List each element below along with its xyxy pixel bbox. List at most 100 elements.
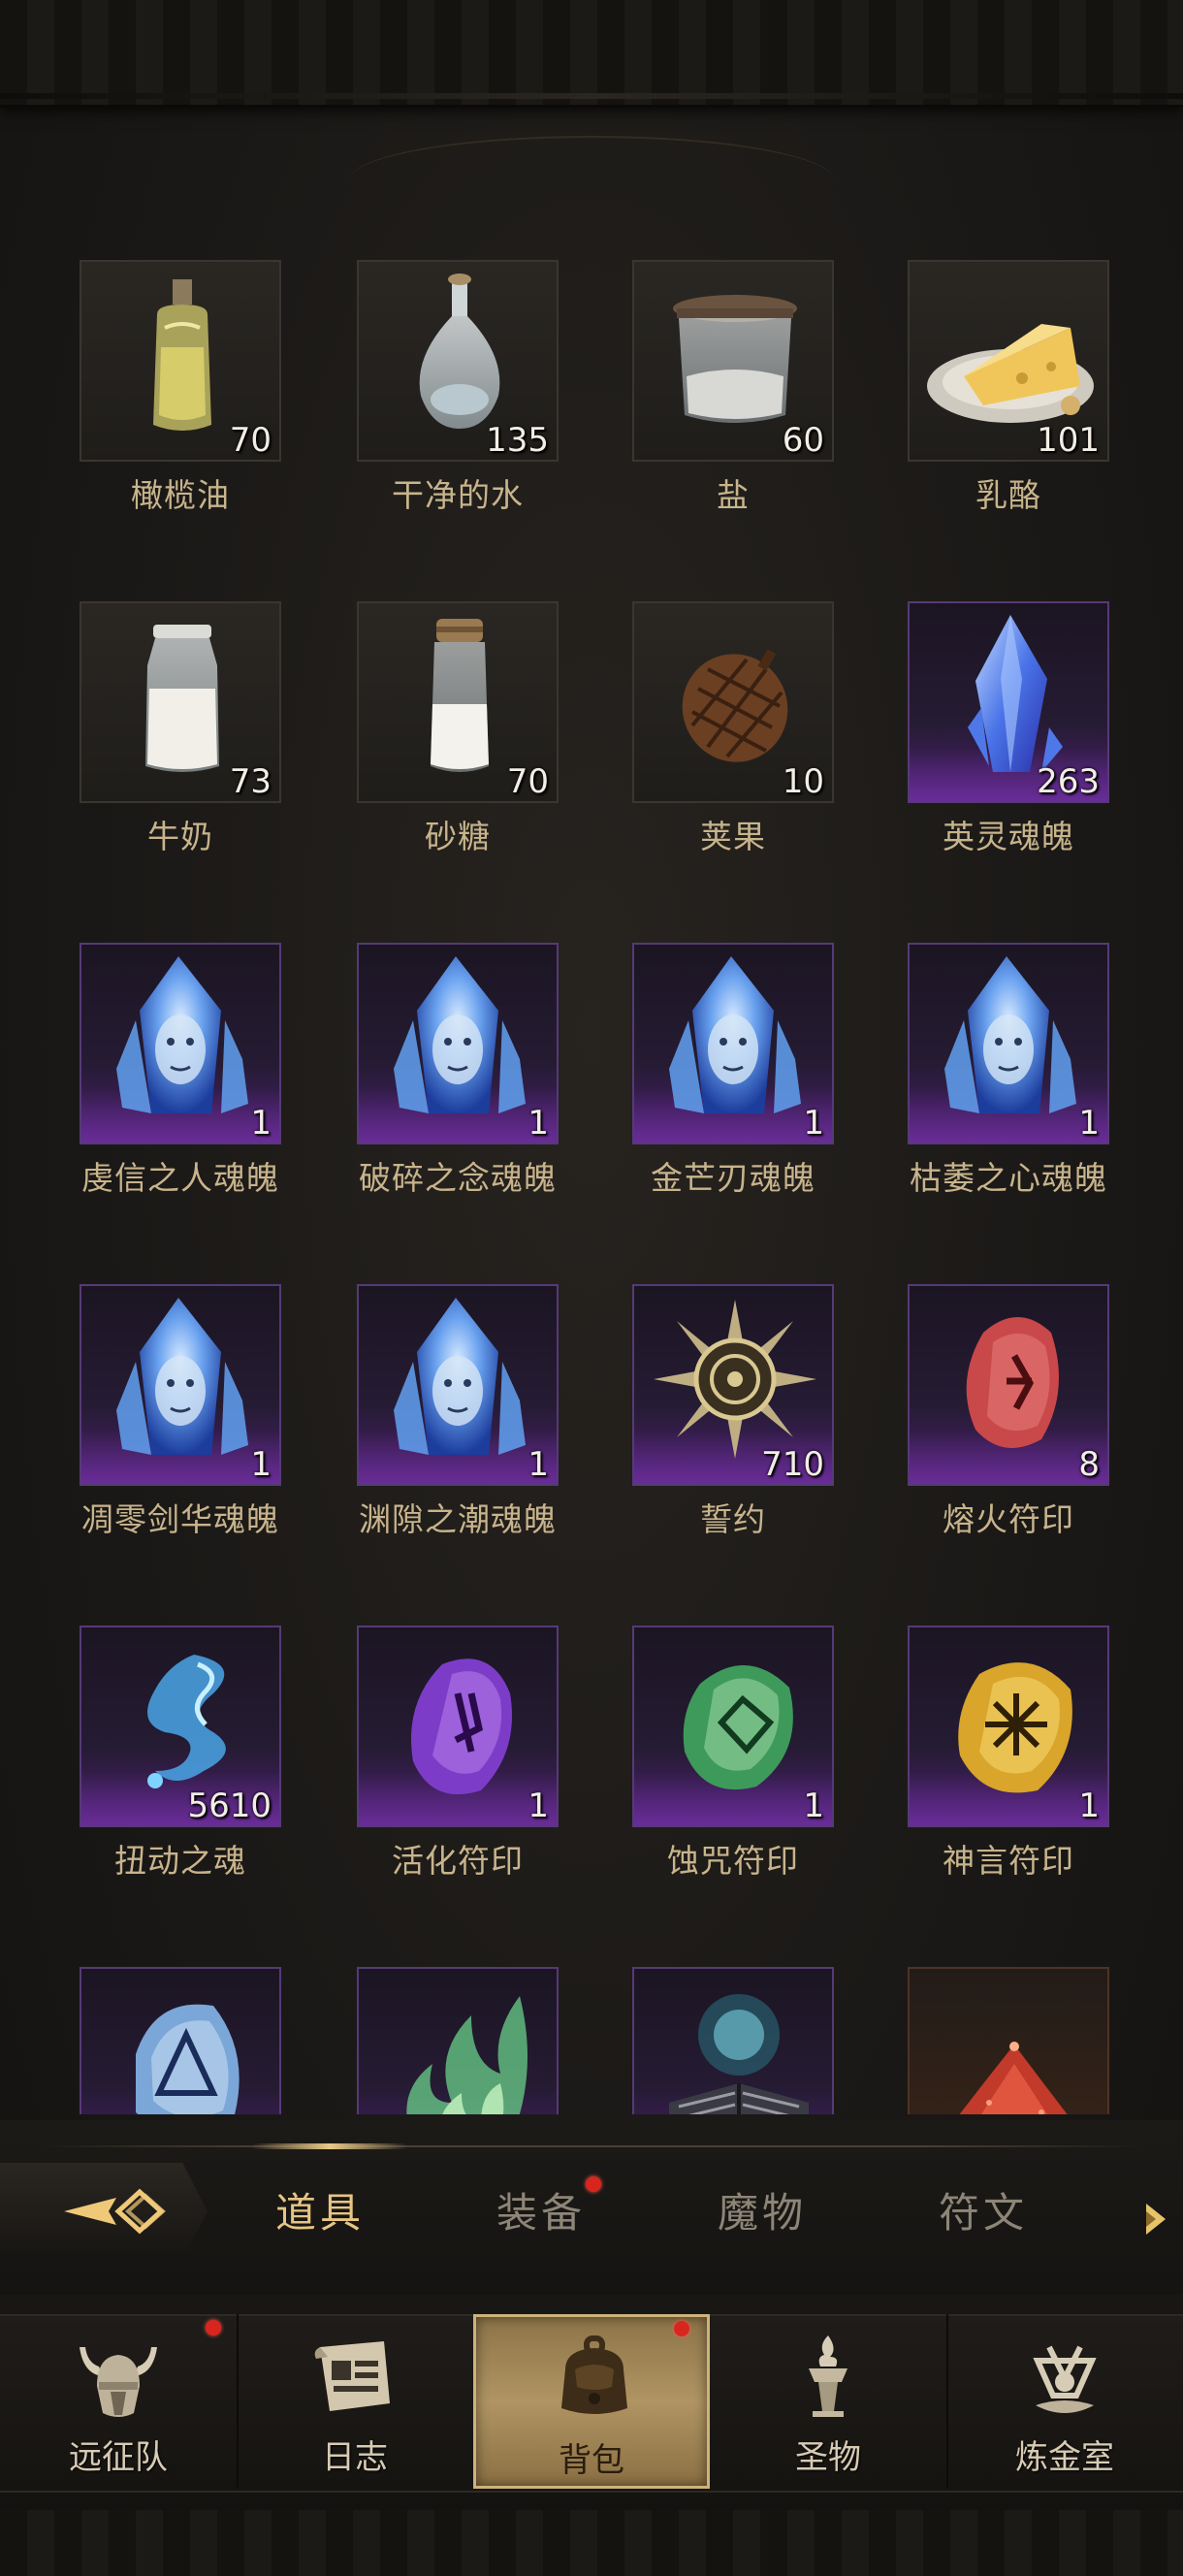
item-name: 盐 [717, 476, 750, 514]
item-count: 1 [1078, 1104, 1100, 1143]
item-slot[interactable]: 5610 [80, 1626, 281, 1827]
item-count: 710 [761, 1445, 824, 1484]
item-slot[interactable]: 1 [632, 1626, 834, 1827]
red-rune-stone-icon [966, 1317, 1059, 1448]
inventory-item[interactable]: 710 誓约 [632, 1284, 904, 1565]
nav-journal[interactable]: 日志 [237, 2314, 475, 2489]
item-slot[interactable]: 60 [632, 260, 834, 462]
inventory-item[interactable] [357, 1967, 628, 2114]
item-name: 熔火符印 [943, 1500, 1074, 1538]
nav-label: 日志 [322, 2438, 388, 2477]
item-count: 10 [782, 762, 824, 801]
item-slot[interactable]: 135 [357, 260, 559, 462]
item-name: 虔信之人魂魄 [81, 1159, 279, 1197]
inventory-item[interactable]: 101 乳酪 [908, 260, 1179, 541]
item-slot[interactable]: 73 [80, 601, 281, 803]
item-count: 101 [1037, 421, 1100, 460]
tab-runes[interactable]: 符文 [896, 2180, 1071, 2248]
item-name: 神言符印 [943, 1842, 1074, 1880]
sugar-jar-icon [431, 619, 489, 772]
item-slot[interactable]: 263 [908, 601, 1109, 803]
item-slot[interactable]: 70 [80, 260, 281, 462]
inventory-item[interactable]: 8 熔火符印 [908, 1284, 1179, 1565]
item-slot[interactable]: 710 [632, 1284, 834, 1486]
item-slot[interactable] [632, 1967, 834, 2114]
inventory-item[interactable]: 1 破碎之念魂魄 [357, 943, 628, 1224]
green-rune-stone-icon [683, 1664, 793, 1790]
inventory-item[interactable]: 1 活化符印 [357, 1626, 628, 1907]
item-count: 1 [803, 1104, 824, 1143]
inventory-item[interactable] [908, 1967, 1179, 2114]
item-slot[interactable]: 1 [357, 1626, 559, 1827]
inventory-item[interactable]: 1 虔信之人魂魄 [80, 943, 351, 1224]
item-slot[interactable]: 1 [908, 943, 1109, 1144]
item-slot[interactable]: 1 [357, 943, 559, 1144]
nav-expedition[interactable]: 远征队 [0, 2314, 239, 2489]
item-name: 金芒刃魂魄 [651, 1159, 815, 1197]
inventory-item[interactable]: 1 凋零剑华魂魄 [80, 1284, 351, 1565]
nav-backpack[interactable]: 背包 [473, 2314, 710, 2489]
item-slot[interactable]: 101 [908, 260, 1109, 462]
item-name: 枯萎之心魂魄 [910, 1159, 1107, 1197]
pod-icon [682, 649, 788, 762]
tab-divider [39, 2145, 1144, 2147]
item-slot[interactable]: 1 [908, 1626, 1109, 1827]
item-name: 荚果 [700, 818, 766, 855]
item-slot[interactable] [908, 1967, 1109, 2114]
item-slot[interactable]: 1 [632, 943, 834, 1144]
equipment-badge [586, 2176, 601, 2192]
soul-crystal-face-icon [116, 1298, 248, 1455]
item-count: 73 [229, 762, 272, 801]
item-name: 渊隙之潮魂魄 [359, 1500, 557, 1538]
item-name: 牛奶 [147, 818, 213, 855]
back-arrow-icon [64, 2188, 167, 2235]
inventory-item[interactable]: 1 蚀咒符印 [632, 1626, 904, 1907]
tab-items[interactable]: 道具 [233, 2180, 407, 2248]
back-button[interactable] [0, 2163, 208, 2260]
inventory-item[interactable]: 70 砂糖 [357, 601, 628, 883]
item-count: 60 [782, 421, 824, 460]
inventory-item[interactable]: 70 橄榄油 [80, 260, 351, 541]
item-slot[interactable]: 8 [908, 1284, 1109, 1486]
soul-crystal-face-icon [394, 956, 526, 1113]
inventory-item[interactable]: 1 枯萎之心魂魄 [908, 943, 1179, 1224]
inventory-item[interactable]: 60 盐 [632, 260, 904, 541]
cheese-plate-icon [927, 324, 1094, 423]
inventory-item[interactable]: 135 干净的水 [357, 260, 628, 541]
item-slot[interactable]: 1 [80, 943, 281, 1144]
item-name: 乳酪 [975, 476, 1041, 514]
water-flask-icon [419, 274, 500, 429]
inventory-item[interactable] [80, 1967, 351, 2114]
inventory-item[interactable]: 10 荚果 [632, 601, 904, 883]
inventory-item[interactable]: 1 渊隙之潮魂魄 [357, 1284, 628, 1565]
inventory-item[interactable] [632, 1967, 904, 2114]
item-slot[interactable]: 10 [632, 601, 834, 803]
item-count: 70 [506, 762, 549, 801]
tab-equipment[interactable]: 装备 [454, 2180, 628, 2248]
nav-label: 背包 [559, 2441, 624, 2480]
item-slot[interactable]: 1 [357, 1284, 559, 1486]
soul-crystal-icon [968, 615, 1063, 772]
item-slot[interactable] [357, 1967, 559, 2114]
inventory-item[interactable]: 5610 扭动之魂 [80, 1626, 351, 1907]
inventory-item[interactable]: 263 英灵魂魄 [908, 601, 1179, 883]
item-slot[interactable]: 1 [80, 1284, 281, 1486]
nav-relics[interactable]: 圣物 [710, 2314, 948, 2489]
item-slot[interactable] [80, 1967, 281, 2114]
blue-rune-stone-icon [136, 2004, 240, 2114]
green-flame-icon [406, 1996, 528, 2114]
item-slot[interactable]: 70 [357, 601, 559, 803]
item-name: 干净的水 [392, 476, 524, 514]
nav-alchemy[interactable]: 炼金室 [946, 2314, 1183, 2489]
inventory-item[interactable]: 1 金芒刃魂魄 [632, 943, 904, 1224]
inventory-item[interactable]: 73 牛奶 [80, 601, 351, 883]
soul-crystal-face-icon [944, 956, 1076, 1113]
tab-monsters[interactable]: 魔物 [675, 2180, 849, 2248]
yellow-rune-stone-icon [958, 1662, 1072, 1793]
inventory-item[interactable]: 1 神言符印 [908, 1626, 1179, 1907]
alchemy-icon [1033, 2345, 1097, 2413]
item-name: 蚀咒符印 [667, 1842, 799, 1880]
item-name: 砂糖 [425, 818, 491, 855]
oath-medal-icon [654, 1300, 816, 1459]
scroll-right-icon[interactable] [1142, 2202, 1169, 2237]
